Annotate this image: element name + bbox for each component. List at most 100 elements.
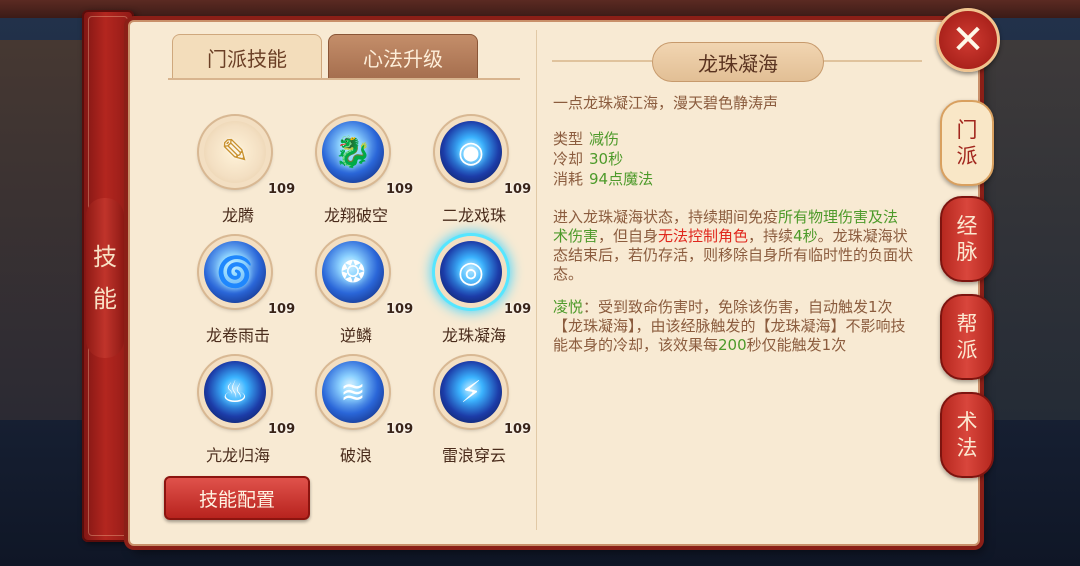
stat-key: 消耗 [553,170,584,188]
spine-char-2: 能 [93,285,117,313]
detail-title-plaque: 龙珠凝海 [652,42,824,82]
skill-slot-kanglongguihai[interactable]: ♨ 109 亢龙归海 [178,350,295,465]
tab-sect-skills[interactable]: 门派技能 [172,34,322,79]
skill-icon-frame: ❂ [317,236,389,308]
skill-orb: ◉ [440,121,502,183]
tab-underline [168,78,520,80]
close-icon[interactable]: ✕ [936,8,1000,72]
palace-roof-decor [0,0,1080,18]
stat-key: 冷却 [553,150,584,168]
skill-level: 109 [268,302,296,317]
skill-slot-longteng[interactable]: ✎ 109 龙腾 [178,110,295,225]
lightning-icon: ⚡ [460,374,482,410]
effect-part: ，但自身 [598,227,659,245]
side-tab-char: 派 [956,144,978,168]
skill-name: 龙翔破空 [323,206,388,225]
skill-slot-nilin[interactable]: ❂ 109 逆鳞 [296,230,413,345]
skill-effect-text: 进入龙珠凝海状态，持续期间免疫所有物理伤害及法术伤害，但自身无法控制角色，持续4… [553,208,913,284]
skill-name: 龙腾 [221,206,254,225]
background-building-left [0,40,90,420]
skill-orb: ❂ [322,241,384,303]
stat-cost: 消耗 94点魔法 [553,170,913,189]
bonus-highlight-seconds: 200 [718,336,747,354]
side-tab-sect[interactable]: 门派 [940,100,994,186]
skill-orb: ⚡ [440,361,502,423]
pearl-icon: ◉ [457,134,485,170]
skill-slot-longjuanyuji[interactable]: 🌀 109 龙卷雨击 [178,230,295,345]
scales-icon: ❂ [340,254,366,290]
skill-icon-frame: ✎ [199,116,271,188]
stat-cooldown: 冷却 30秒 [553,150,913,169]
tornado-icon: 🌀 [216,254,254,290]
skill-slot-leilangchuanyun[interactable]: ⚡ 109 雷浪穿云 [414,350,531,465]
effect-warning-uncontrollable: 无法控制角色 [658,227,749,245]
side-tab-char: 经 [956,214,978,238]
skill-level: 109 [386,182,414,197]
skill-icon-frame: 🐉 [317,116,389,188]
side-tab-spells[interactable]: 术法 [940,392,994,478]
skill-slot-longxiangpokong[interactable]: 🐉 109 龙翔破空 [296,110,413,225]
skill-level: 109 [504,182,532,197]
skill-name: 逆鳞 [339,326,372,345]
bonus-part: 秒仅能触发1次 [746,336,847,354]
bonus-name: 凌悦 [553,298,584,316]
skill-level: 109 [386,302,414,317]
effect-part: ，持续 [748,227,794,245]
effect-highlight-duration: 4秒 [793,227,818,245]
skill-name: 龙珠凝海 [441,326,506,345]
skill-slot-erlongxizhu[interactable]: ◉ 109 二龙戏珠 [414,110,531,225]
skill-icon-frame: ⚡ [435,356,507,428]
skill-slot-longzhuninghai-selected[interactable]: ◎ 109 龙珠凝海 [414,230,531,345]
skill-orb: ♨ [204,361,266,423]
stat-value: 94点魔法 [589,170,654,188]
side-tab-char: 脉 [956,240,978,264]
effect-part: 进入龙珠凝海状态，持续期间免疫 [553,208,779,226]
skill-orb: ✎ [204,121,266,183]
skill-icon-frame: 🌀 [199,236,271,308]
skills-section-tab[interactable]: 技 能 [86,198,124,358]
detail-title: 龙珠凝海 [698,51,778,76]
skill-orb: 🐉 [322,121,384,183]
skill-config-button[interactable]: 技能配置 [164,476,310,520]
skill-name: 雷浪穿云 [441,446,506,465]
tab-mental-upgrade[interactable]: 心法升级 [328,34,478,80]
skill-name: 龙卷雨击 [205,326,270,345]
panel-divider [536,30,537,530]
stat-type: 类型 减伤 [553,130,913,149]
skill-level: 109 [268,422,296,437]
skill-orb: ≋ [322,361,384,423]
title-ornament-left [552,60,652,62]
side-tab-char: 派 [956,338,978,362]
skill-orb: 🌀 [204,241,266,303]
stat-value: 30秒 [589,150,624,168]
water-orb-icon: ◎ [457,254,485,290]
skill-name: 二龙戏珠 [441,206,506,225]
skill-icon-frame: ≋ [317,356,389,428]
side-tab-char: 法 [956,436,978,460]
meridian-bonus-text: 凌悦：受到致命伤害时，免除该伤害，自动触发1次【龙珠凝海】，由该经脉触发的【龙珠… [553,298,913,355]
skill-level: 109 [268,182,296,197]
side-tab-meridian[interactable]: 经脉 [940,196,994,282]
side-tab-char: 帮 [956,312,978,336]
skill-slot-polang[interactable]: ≋ 109 破浪 [296,350,413,465]
stat-key: 类型 [553,130,584,148]
skill-icon-frame: ♨ [199,356,271,428]
side-tab-guild[interactable]: 帮派 [940,294,994,380]
dragon-icon: 🐉 [334,134,372,170]
skill-grid: ✎ 109 龙腾 🐉 109 龙翔破空 ◉ 109 二龙戏珠 🌀 109 龙卷雨… [160,110,531,470]
whirlpool-icon: ♨ [221,374,249,410]
skill-name: 亢龙归海 [205,446,270,465]
skill-orb: ◎ [440,241,502,303]
title-ornament-right [822,60,922,62]
skill-level: 109 [504,422,532,437]
skill-icon-frame: ◎ [435,236,507,308]
side-tab-char: 术 [956,410,978,434]
stat-value: 减伤 [589,130,620,148]
side-tab-char: 门 [956,118,978,142]
skill-description: 一点龙珠凝江海，漫天碧色静涛声 [553,94,779,112]
wave-icon: ≋ [340,374,366,410]
skill-level: 109 [504,302,532,317]
skill-icon-frame: ◉ [435,116,507,188]
skill-level: 109 [386,422,414,437]
skill-name: 破浪 [339,446,372,465]
